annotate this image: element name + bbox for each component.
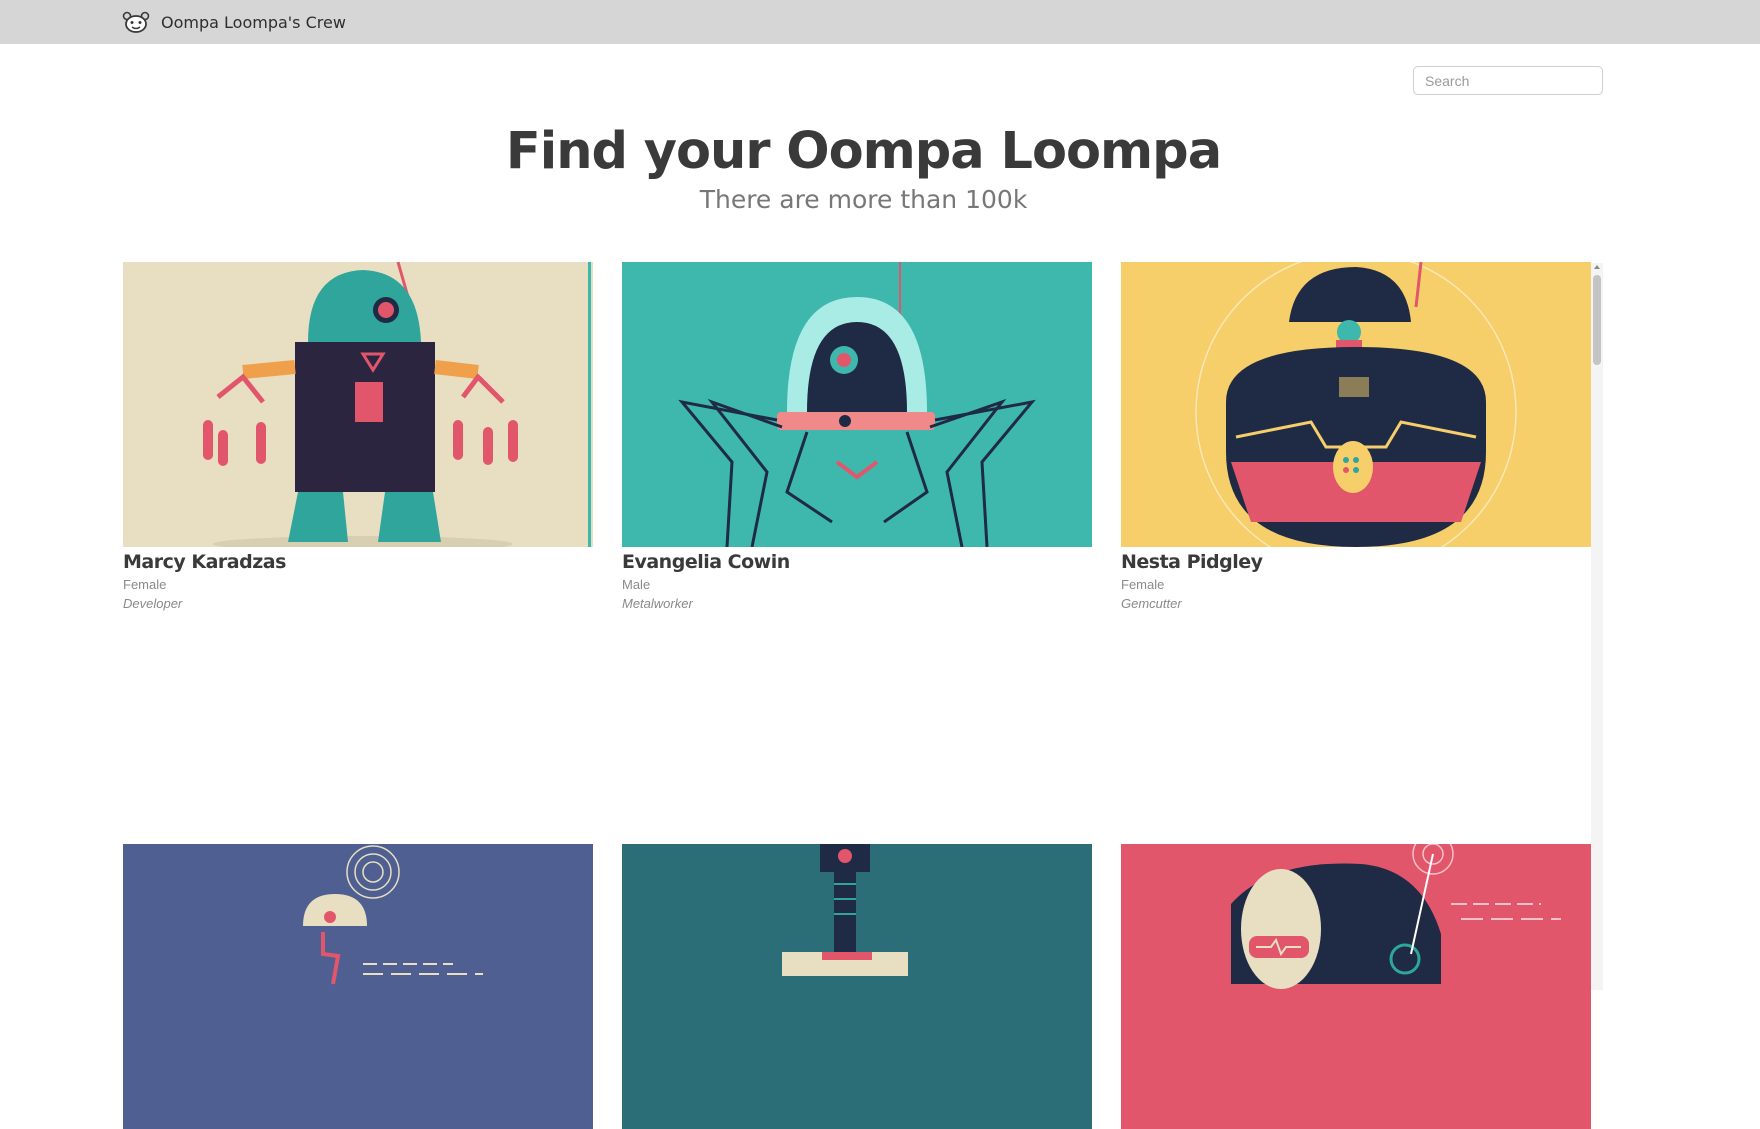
- scroll-up-arrow-icon[interactable]: [1594, 265, 1600, 269]
- robot-illustration: [1121, 262, 1591, 547]
- oompa-card-image[interactable]: [1121, 262, 1591, 547]
- robot-illustration: [123, 844, 593, 1129]
- oompa-gender: Male: [622, 577, 651, 592]
- oompa-card[interactable]: Nesta Pidgley Female Gemcutter: [1121, 262, 1591, 611]
- page-subtitle: There are more than 100k: [699, 185, 1028, 214]
- oompa-card-image[interactable]: [622, 262, 1092, 547]
- robot-illustration: [622, 262, 1092, 547]
- oompa-profession: Metalworker: [622, 596, 693, 611]
- top-navbar: Oompa Loompa's Crew: [0, 0, 1760, 44]
- scrollbar-thumb[interactable]: [1593, 275, 1601, 365]
- scrollbar[interactable]: [1591, 263, 1603, 990]
- oompa-name[interactable]: Marcy Karadzas: [123, 551, 593, 573]
- oompa-card-image[interactable]: [123, 262, 593, 547]
- oompa-gender: Female: [1121, 577, 1165, 592]
- brand-name: Oompa Loompa's Crew: [161, 12, 346, 32]
- oompa-card[interactable]: [123, 844, 593, 1129]
- robot-illustration: [123, 262, 593, 547]
- oompa-name[interactable]: Evangelia Cowin: [622, 551, 1092, 573]
- oompa-name[interactable]: Nesta Pidgley: [1121, 551, 1591, 573]
- brand-link[interactable]: Oompa Loompa's Crew: [122, 8, 346, 36]
- oompa-card[interactable]: [1121, 844, 1591, 1129]
- oompa-card-image[interactable]: [123, 844, 593, 1129]
- oompa-profession: Gemcutter: [1121, 596, 1182, 611]
- oompa-face-icon: [122, 11, 150, 33]
- robot-illustration: [622, 844, 1092, 1129]
- oompa-card[interactable]: Evangelia Cowin Male Metalworker: [622, 262, 1092, 611]
- oompa-card[interactable]: [622, 844, 1092, 1129]
- search-input[interactable]: [1413, 66, 1603, 95]
- oompa-profession: Developer: [123, 596, 183, 611]
- robot-illustration: [1121, 844, 1591, 1129]
- oompa-gender: Female: [123, 577, 167, 592]
- oompa-card[interactable]: Marcy Karadzas Female Developer: [123, 262, 593, 611]
- oompa-card-image[interactable]: [622, 844, 1092, 1129]
- page-title: Find your Oompa Loompa: [505, 122, 1222, 181]
- oompa-card-image[interactable]: [1121, 844, 1591, 1129]
